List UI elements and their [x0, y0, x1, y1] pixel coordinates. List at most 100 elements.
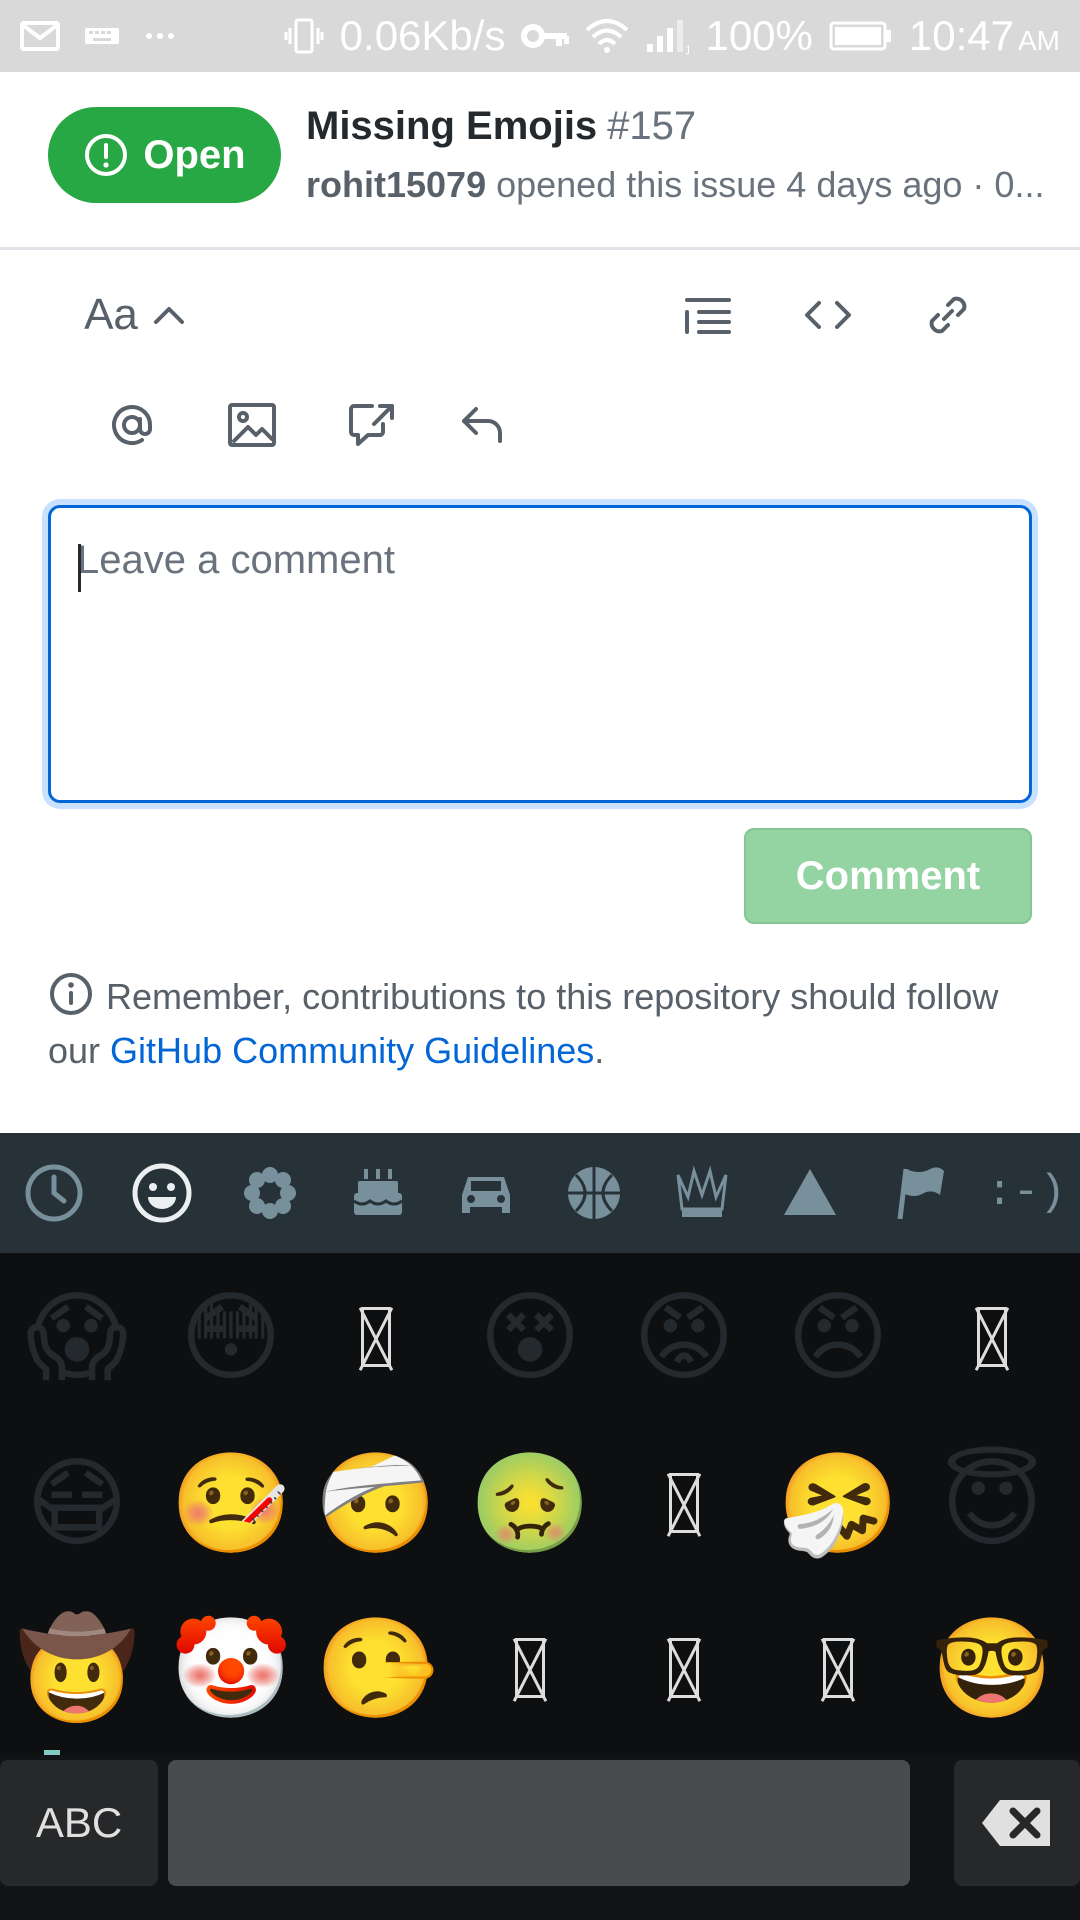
emoji-glyph: 🤡: [169, 1613, 293, 1723]
emoji-grid: 😱 😳 😵 😡 😠 😷 🤒 🤕 🤢 🤧 😇 🤠 🤡 🤥 🤓: [0, 1253, 1080, 1755]
link-icon: [929, 296, 967, 334]
issue-opened-icon: [85, 134, 128, 176]
emoji-glyph: 😱: [25, 1282, 129, 1392]
chevron-up-icon: [153, 307, 184, 324]
missing-emoji-glyph[interactable]: [761, 1586, 915, 1750]
emoji-key[interactable]: 😵: [453, 1255, 607, 1419]
emoji-glyph: 🤒: [169, 1448, 293, 1558]
emoji-key[interactable]: 🤡: [154, 1586, 308, 1750]
battery-percent: 100%: [705, 12, 813, 59]
backspace-icon: [982, 1800, 1050, 1846]
emoji-key[interactable]: 🤒: [154, 1421, 308, 1585]
network-speed: 0.06Kb/s: [339, 12, 506, 59]
missing-emoji-glyph[interactable]: [607, 1421, 761, 1585]
wifi-icon: [585, 18, 629, 54]
reply-button[interactable]: [442, 380, 522, 470]
activity-icon[interactable]: [540, 1133, 648, 1253]
code-icon: [805, 301, 851, 329]
issue-state-label: Open: [143, 132, 246, 177]
emoji-glyph: 🤕: [314, 1448, 438, 1558]
reference-icon: [349, 404, 394, 446]
image-icon: [228, 403, 276, 447]
nature-icon[interactable]: [216, 1133, 324, 1253]
emoji-glyph: 🤧: [776, 1448, 900, 1558]
abc-key[interactable]: ABC: [0, 1760, 158, 1886]
comment-field[interactable]: [48, 505, 1032, 803]
text-style-button[interactable]: Aa: [80, 270, 190, 360]
page-indicator: [44, 1750, 60, 1755]
issue-header: Open Missing Emojis #157 rohit15079 opene…: [0, 72, 1080, 250]
emoji-key[interactable]: 🤧: [761, 1421, 915, 1585]
mention-button[interactable]: [92, 380, 172, 470]
emoji-category-tabs: :-): [0, 1133, 1080, 1253]
emoticons-icon[interactable]: :-): [972, 1133, 1080, 1253]
emoji-glyph: 😷: [25, 1448, 129, 1558]
flags-icon[interactable]: [864, 1133, 972, 1253]
missing-glyph-icon: [669, 1473, 699, 1533]
emoji-key[interactable]: 😡: [607, 1255, 761, 1419]
community-guidelines-link[interactable]: GitHub Community Guidelines: [110, 1030, 594, 1071]
vibrate-icon: [284, 16, 324, 56]
keyboard-icon: [84, 24, 120, 48]
emoji-key[interactable]: 🤕: [299, 1421, 453, 1585]
reference-button[interactable]: [332, 380, 412, 470]
image-button[interactable]: [212, 380, 292, 470]
vpn-key-icon: [521, 22, 570, 50]
code-button[interactable]: [788, 270, 868, 360]
more-icon: [144, 31, 176, 41]
emoji-key[interactable]: 😱: [0, 1255, 154, 1419]
missing-emoji-glyph[interactable]: [299, 1255, 453, 1419]
text-caret: [78, 544, 81, 592]
smileys-icon[interactable]: [108, 1133, 216, 1253]
issue-author[interactable]: rohit15079: [306, 164, 486, 205]
svg-text:1: 1: [685, 43, 689, 54]
status-bar: 0.06Kb/s 1 100% 10:47 AM: [0, 0, 1080, 72]
clock: 10:47 AM: [908, 12, 1060, 59]
emoji-key[interactable]: 🤓: [915, 1586, 1069, 1750]
emoji-glyph: 😡: [632, 1282, 736, 1392]
emoji-glyph: 🤢: [468, 1448, 592, 1558]
emoji-glyph: 😵: [478, 1282, 582, 1392]
missing-glyph-icon: [669, 1638, 699, 1698]
emoji-glyph: 🤠: [15, 1613, 139, 1723]
gmail-icon: [20, 20, 60, 52]
missing-glyph-icon: [361, 1307, 391, 1367]
emoji-key[interactable]: 🤠: [0, 1586, 154, 1750]
objects-icon[interactable]: [648, 1133, 756, 1253]
issue-title: Missing Emojis #157: [306, 104, 697, 148]
comment-button[interactable]: Comment: [744, 828, 1032, 924]
space-key[interactable]: [168, 1760, 910, 1886]
symbols-icon[interactable]: [756, 1133, 864, 1253]
battery-icon: [829, 20, 893, 52]
mention-icon: [112, 405, 152, 446]
issue-meta: rohit15079 opened this issue 4 days ago …: [306, 164, 1045, 205]
emoji-key[interactable]: 🤢: [453, 1421, 607, 1585]
emoji-glyph: 🤓: [930, 1613, 1054, 1723]
recent-icon[interactable]: [0, 1133, 108, 1253]
reply-icon: [462, 407, 502, 443]
emoji-glyph: 😠: [786, 1282, 890, 1392]
info-icon: [50, 973, 92, 1015]
list-button[interactable]: [668, 270, 748, 360]
signal-icon: 1: [645, 18, 689, 54]
list-icon: [685, 298, 731, 334]
missing-emoji-glyph[interactable]: [915, 1255, 1069, 1419]
link-button[interactable]: [908, 270, 988, 360]
emoji-key[interactable]: 😳: [154, 1255, 308, 1419]
emoji-key[interactable]: 😇: [915, 1421, 1069, 1585]
contribution-guidelines-note: Remember, contributions to this reposito…: [48, 970, 1038, 1078]
missing-glyph-icon: [515, 1638, 545, 1698]
emoji-key[interactable]: 😷: [0, 1421, 154, 1585]
emoji-glyph: 😇: [940, 1448, 1044, 1558]
missing-emoji-glyph[interactable]: [453, 1586, 607, 1750]
emoji-key[interactable]: 😠: [761, 1255, 915, 1419]
missing-glyph-icon: [823, 1638, 853, 1698]
backspace-key[interactable]: [954, 1760, 1080, 1886]
food-icon[interactable]: [324, 1133, 432, 1253]
issue-state-badge: Open: [48, 107, 281, 203]
emoji-key[interactable]: 🤥: [299, 1586, 453, 1750]
travel-icon[interactable]: [432, 1133, 540, 1253]
emoji-glyph: 😳: [179, 1282, 283, 1392]
missing-emoji-glyph[interactable]: [607, 1586, 761, 1750]
comment-input[interactable]: [51, 508, 1029, 800]
